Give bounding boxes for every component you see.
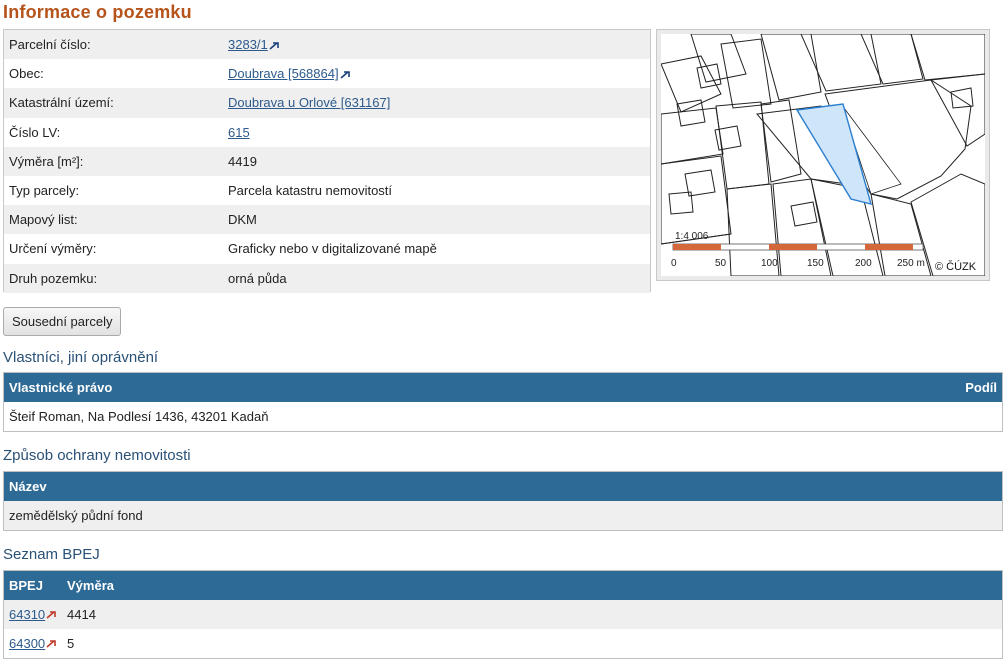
bpej-code-link[interactable]: 64310 (9, 607, 45, 622)
bpej-area-cell: 4414 (67, 607, 96, 622)
info-row-land-type: Druh pozemku: orná půda (4, 263, 650, 293)
map-canvas[interactable]: 1:4 006 0 50 100 150 200 250 m © ČÚZK (661, 34, 985, 276)
info-label: Mapový list: (9, 212, 78, 228)
info-label: Určení výměry: (9, 241, 97, 257)
column-header-name: Název (9, 479, 47, 494)
info-value: DKM (228, 212, 257, 228)
scale-tick: 0 (671, 258, 677, 269)
bpej-area-cell: 5 (67, 636, 75, 651)
cadastral-area-link[interactable]: Doubrava u Orlové [631167] (228, 95, 390, 110)
info-row-parcel-number: Parcelní číslo: 3283/1 (4, 30, 650, 60)
lv-number-link[interactable]: 615 (228, 125, 250, 140)
table-row: 64310 4414 (4, 600, 1002, 629)
parcel-number-link[interactable]: 3283/1 (228, 37, 268, 52)
municipality-link[interactable]: Doubrava [568864] (228, 66, 339, 81)
column-header-area: Výměra (67, 578, 114, 593)
info-label: Parcelní číslo: (9, 37, 91, 53)
cadastral-map[interactable]: 1:4 006 0 50 100 150 200 250 m © ČÚZK (656, 29, 990, 281)
owners-heading: Vlastníci, jiní oprávnění (3, 349, 159, 366)
scale-tick: 100 (761, 258, 778, 269)
map-scale-label: 1:4 006 (675, 231, 709, 242)
table-row: 64300 5 (4, 629, 1002, 658)
info-label: Obec: (9, 66, 44, 82)
info-row-parcel-type: Typ parcely: Parcela katastru nemovitost… (4, 176, 650, 205)
scale-bar (672, 243, 924, 251)
protection-cell: zemědělský půdní fond (9, 508, 143, 523)
table-header: BPEJ Výměra (4, 571, 1002, 600)
info-row-cadastral-area: Katastrální území: Doubrava u Orlové [63… (4, 88, 650, 118)
parcel-info-table: Parcelní číslo: 3283/1 Obec: Doubrava [5… (3, 29, 651, 293)
external-link-icon[interactable] (269, 41, 280, 50)
bpej-heading: Seznam BPEJ (3, 546, 100, 563)
info-row-area-determination: Určení výměry: Graficky nebo v digitaliz… (4, 234, 650, 263)
page-title: Informace o pozemku (3, 2, 192, 22)
info-row-map-sheet: Mapový list: DKM (4, 205, 650, 235)
info-value: 4419 (228, 153, 257, 169)
column-header-bpej: BPEJ (9, 578, 43, 593)
external-link-icon[interactable] (340, 70, 351, 79)
map-copyright: © ČÚZK (935, 260, 977, 273)
column-header-ownership: Vlastnické právo (9, 380, 113, 395)
scale-tick: 150 (807, 258, 824, 269)
external-link-icon[interactable] (46, 639, 57, 648)
bpej-table: BPEJ Výměra 64310 4414 64300 5 (3, 570, 1003, 659)
info-value: Parcela katastru nemovitostí (228, 183, 393, 199)
table-row: zemědělský půdní fond (4, 501, 1002, 530)
info-row-area: Výměra [m²]: 4419 (4, 146, 650, 176)
external-link-icon[interactable] (46, 610, 57, 619)
info-label: Číslo LV: (9, 124, 61, 140)
protection-table: Název zemědělský půdní fond (3, 471, 1003, 531)
owner-cell: Šteif Roman, Na Podlesí 1436, 43201 Kada… (9, 409, 269, 424)
info-label: Výměra [m²]: (9, 153, 84, 169)
scale-tick: 250 m (897, 258, 925, 269)
info-label: Typ parcely: (9, 183, 80, 199)
table-header: Vlastnické právo Podíl (4, 373, 1002, 402)
scale-tick: 50 (715, 258, 727, 269)
protection-heading: Způsob ochrany nemovitosti (3, 447, 191, 464)
owners-table: Vlastnické právo Podíl Šteif Roman, Na P… (3, 372, 1003, 432)
info-row-lv-number: Číslo LV: 615 (4, 118, 650, 147)
table-header: Název (4, 472, 1002, 501)
column-header-share: Podíl (965, 380, 997, 395)
info-value: orná půda (228, 270, 287, 286)
info-row-municipality: Obec: Doubrava [568864] (4, 59, 650, 88)
bpej-code-link[interactable]: 64300 (9, 636, 45, 651)
neighbor-parcels-button[interactable]: Sousední parcely (3, 307, 122, 336)
info-label: Druh pozemku: (9, 270, 98, 286)
info-value: Graficky nebo v digitalizované mapě (228, 241, 437, 257)
scale-tick: 200 (855, 258, 872, 269)
info-label: Katastrální území: (9, 95, 114, 111)
table-row: Šteif Roman, Na Podlesí 1436, 43201 Kada… (4, 402, 1002, 431)
